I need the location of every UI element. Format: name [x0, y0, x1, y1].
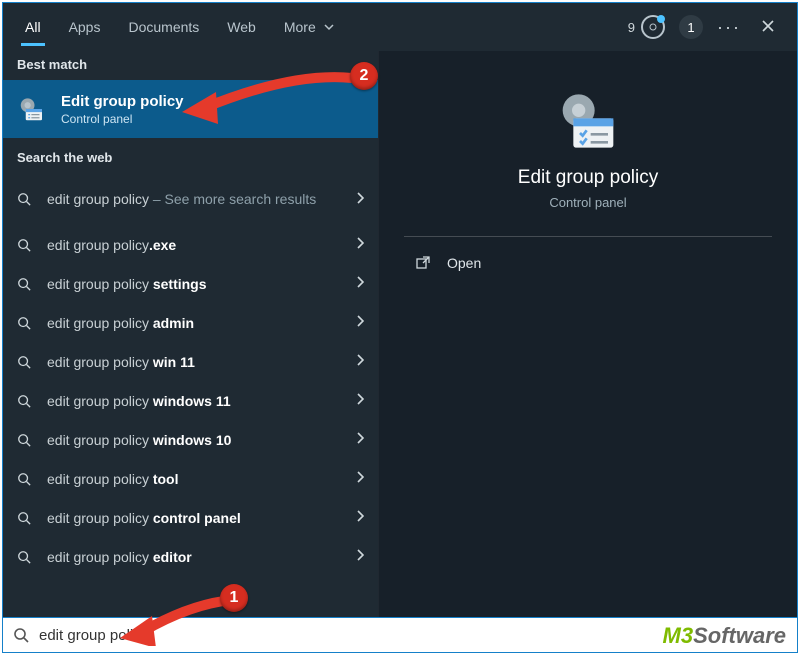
web-result-item[interactable]: edit group policy.exe [3, 225, 378, 264]
web-result-item[interactable]: edit group policy windows 11 [3, 381, 378, 420]
search-icon [17, 394, 33, 408]
search-icon [17, 316, 33, 330]
web-result-text: edit group policy tool [47, 471, 356, 487]
web-result-text: edit group policy win 11 [47, 354, 356, 370]
chevron-right-icon [356, 432, 364, 447]
chevron-down-icon [324, 19, 334, 35]
web-result-item[interactable]: edit group policy editor [3, 537, 378, 576]
search-icon [17, 511, 33, 525]
tab-all[interactable]: All [11, 7, 55, 47]
windows-search-panel: All Apps Documents Web More 9 1 ··· [2, 2, 798, 618]
web-result-text: edit group policy admin [47, 315, 356, 331]
details-title: Edit group policy [518, 167, 658, 189]
tab-more[interactable]: More [270, 7, 348, 47]
scope-tabs: All Apps Documents Web More 9 1 ··· [3, 3, 797, 51]
profile-badge[interactable]: 1 [679, 15, 703, 39]
details-subtitle: Control panel [549, 195, 626, 210]
web-result-text: edit group policy windows 10 [47, 432, 356, 448]
web-result-item[interactable]: edit group policy admin [3, 303, 378, 342]
annotation-step-2: 2 [350, 62, 378, 90]
annotation-label: 1 [230, 589, 239, 607]
close-button[interactable] [755, 17, 781, 38]
annotation-arrow-2 [182, 70, 357, 125]
details-pane: Edit group policy Control panel Open [379, 51, 797, 289]
chevron-right-icon [356, 549, 364, 564]
chevron-right-icon [356, 354, 364, 369]
details-column: Edit group policy Control panel Open [378, 51, 797, 617]
web-result-text: edit group policy – See more search resu… [47, 191, 356, 207]
search-icon [17, 238, 33, 252]
chevron-right-icon [356, 237, 364, 252]
chevron-right-icon [356, 471, 364, 486]
web-result-text: edit group policy windows 11 [47, 393, 356, 409]
search-icon [3, 627, 39, 643]
watermark-m3: M3 [663, 623, 694, 648]
watermark-software: Software [693, 623, 786, 648]
web-result-item[interactable]: edit group policy – See more search resu… [3, 173, 378, 225]
search-icon [17, 472, 33, 486]
best-match-subtitle: Control panel [61, 112, 184, 126]
search-icon [17, 433, 33, 447]
web-result-item[interactable]: edit group policy control panel [3, 498, 378, 537]
tab-documents[interactable]: Documents [114, 7, 213, 47]
web-result-item[interactable]: edit group policy settings [3, 264, 378, 303]
chevron-right-icon [356, 192, 364, 207]
best-match-title: Edit group policy [61, 93, 184, 110]
gpedit-icon [17, 94, 47, 124]
best-match-text: Edit group policy Control panel [61, 93, 184, 126]
search-icon [17, 192, 33, 206]
chevron-right-icon [356, 315, 364, 330]
rewards-icon[interactable] [641, 15, 665, 39]
more-options-button[interactable]: ··· [717, 17, 741, 38]
search-icon [17, 355, 33, 369]
chevron-right-icon [356, 510, 364, 525]
open-icon [415, 255, 431, 271]
web-result-text: edit group policy control panel [47, 510, 356, 526]
gpedit-icon [556, 89, 620, 153]
results-column: Best match Edit group policy Control pan… [3, 51, 378, 617]
chevron-right-icon [356, 393, 364, 408]
watermark: M3Software [663, 623, 786, 649]
web-result-item[interactable]: edit group policy windows 10 [3, 420, 378, 459]
search-web-header: Search the web [3, 138, 378, 173]
top-right-controls: 9 1 ··· [628, 15, 789, 39]
web-result-text: edit group policy.exe [47, 237, 356, 253]
web-result-item[interactable]: edit group policy win 11 [3, 342, 378, 381]
tab-apps[interactable]: Apps [55, 7, 115, 47]
annotation-step-1: 1 [220, 584, 248, 612]
open-label: Open [447, 255, 481, 271]
rewards-count: 9 [628, 20, 635, 35]
web-result-text: edit group policy settings [47, 276, 356, 292]
web-results-list: edit group policy – See more search resu… [3, 173, 378, 576]
tab-label: Web [227, 19, 256, 35]
annotation-label: 2 [360, 67, 369, 85]
web-result-text: edit group policy editor [47, 549, 356, 565]
open-action[interactable]: Open [379, 237, 797, 289]
profile-number: 1 [687, 20, 694, 35]
tab-label: Apps [69, 19, 101, 35]
tab-label: All [25, 19, 41, 35]
chevron-right-icon [356, 276, 364, 291]
tab-label: More [284, 19, 316, 35]
tab-web[interactable]: Web [213, 7, 270, 47]
content-split: Best match Edit group policy Control pan… [3, 51, 797, 617]
search-icon [17, 277, 33, 291]
web-result-item[interactable]: edit group policy tool [3, 459, 378, 498]
search-icon [17, 550, 33, 564]
tab-label: Documents [128, 19, 199, 35]
medal-icon [643, 17, 663, 37]
